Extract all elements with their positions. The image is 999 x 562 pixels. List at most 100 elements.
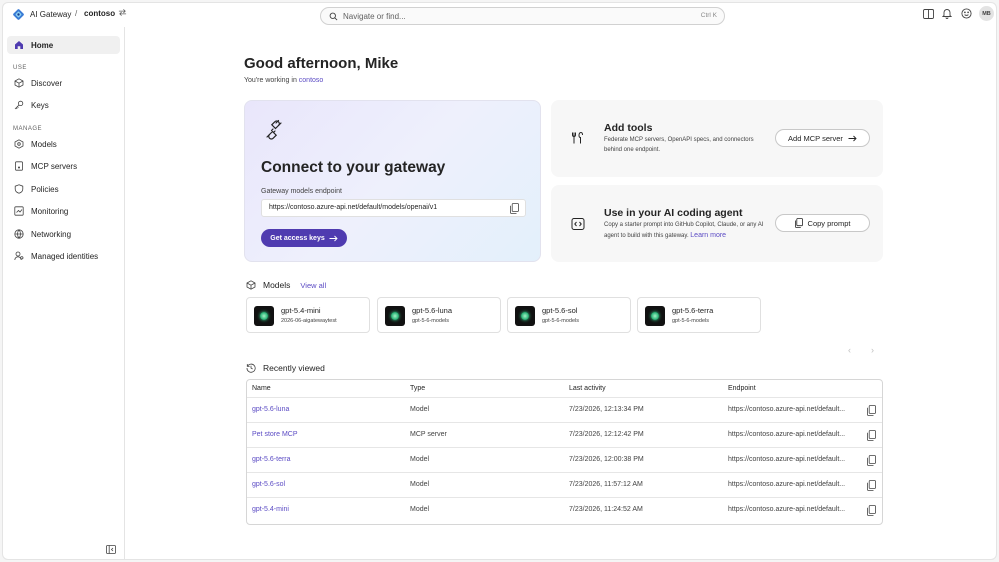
copy-icon[interactable] — [867, 480, 876, 491]
model-logo-icon — [385, 306, 405, 326]
learn-more-link[interactable]: Learn more — [690, 232, 726, 239]
coding-agent-card: Use in your AI coding agent Copy a start… — [551, 185, 883, 262]
row-activity: 7/23/2026, 12:12:42 PM — [569, 431, 644, 438]
sidebar-item-label: Home — [31, 40, 54, 50]
workspace-link[interactable]: contoso — [299, 77, 324, 84]
key-icon — [13, 100, 24, 111]
add-mcp-server-button[interactable]: Add MCP server — [775, 129, 870, 147]
copy-icon — [794, 218, 803, 228]
add-tools-description: Federate MCP servers, OpenAPI specs, and… — [604, 137, 754, 153]
models-section-header: Models View all — [246, 280, 326, 290]
row-activity: 7/23/2026, 12:13:34 PM — [569, 406, 644, 413]
row-name-link[interactable]: gpt-5.4-mini — [252, 506, 289, 513]
copy-icon[interactable] — [510, 203, 519, 214]
sidebar-item-discover[interactable]: Discover — [7, 74, 120, 92]
search-input[interactable] — [343, 10, 643, 22]
sidebar-item-monitoring[interactable]: Monitoring — [7, 202, 120, 220]
column-header-type[interactable]: Type — [410, 385, 425, 392]
recent-table: Name Type Last activity Endpoint gpt-5.6… — [246, 379, 883, 525]
search-bar[interactable]: Ctrl K — [320, 7, 725, 25]
panel-icon[interactable] — [922, 8, 934, 20]
table-row: gpt-5.6-sol Model 7/23/2026, 11:57:12 AM… — [247, 473, 882, 498]
row-activity: 7/23/2026, 11:24:52 AM — [569, 506, 643, 513]
search-shortcut: Ctrl K — [700, 12, 717, 19]
identity-icon — [13, 251, 24, 262]
avatar[interactable]: MB — [979, 6, 994, 21]
row-name-link[interactable]: Pet store MCP — [252, 431, 298, 438]
row-endpoint: https://contoso.azure-api.net/default... — [728, 506, 846, 513]
sidebar-item-keys[interactable]: Keys — [7, 96, 120, 114]
arrow-right-icon — [848, 135, 857, 141]
column-header-name[interactable]: Name — [252, 385, 271, 392]
row-endpoint: https://contoso.azure-api.net/default... — [728, 406, 846, 413]
copy-icon[interactable] — [867, 455, 876, 466]
sidebar-item-mcp-servers[interactable]: MCP servers — [7, 157, 120, 175]
recent-section-title: Recently viewed — [263, 363, 325, 373]
sidebar-heading-use: USE — [13, 65, 27, 71]
column-header-activity[interactable]: Last activity — [569, 385, 606, 392]
sidebar-item-managed-identities[interactable]: Managed identities — [7, 247, 120, 265]
column-header-endpoint[interactable]: Endpoint — [728, 385, 756, 392]
app-window: AI Gateway / contoso Ctrl K MB — [2, 2, 997, 560]
workspace-line: You're working in contoso — [244, 77, 323, 84]
row-endpoint: https://contoso.azure-api.net/default... — [728, 456, 846, 463]
coding-agent-description-text: Copy a starter prompt into GitHub Copilo… — [604, 222, 764, 239]
model-card[interactable]: gpt-5.6-terra gpt-5-6-models — [637, 297, 761, 333]
copy-icon[interactable] — [867, 430, 876, 441]
row-name-link[interactable]: gpt-5.6-sol — [252, 481, 285, 488]
table-header: Name Type Last activity Endpoint — [247, 380, 882, 398]
sidebar-item-home[interactable]: Home — [7, 36, 120, 54]
cube-icon — [246, 280, 256, 290]
row-name-link[interactable]: gpt-5.6-terra — [252, 456, 291, 463]
smiley-icon[interactable] — [960, 8, 972, 20]
copy-icon[interactable] — [867, 505, 876, 516]
row-type: MCP server — [410, 431, 447, 438]
row-type: Model — [410, 506, 430, 513]
connect-gateway-card: Connect to your gateway Gateway models e… — [244, 100, 541, 262]
top-actions: MB — [922, 6, 994, 21]
endpoint-field[interactable]: https://contoso.azure-api.net/default/mo… — [261, 199, 526, 217]
sidebar-item-label: Networking — [31, 229, 72, 239]
copy-prompt-button[interactable]: Copy prompt — [775, 214, 870, 232]
model-card[interactable]: gpt-5.6-luna gpt-5-6-models — [377, 297, 501, 333]
table-row: gpt-5.4-mini Model 7/23/2026, 11:24:52 A… — [247, 498, 882, 523]
copy-prompt-label: Copy prompt — [807, 218, 851, 228]
brand-name: AI Gateway — [30, 10, 72, 19]
home-icon — [13, 40, 24, 51]
brand[interactable]: AI Gateway — [12, 8, 71, 21]
switch-tenant-icon[interactable] — [118, 8, 127, 17]
sidebar: Home USE Discover Keys MANAGE Models MCP… — [3, 27, 125, 559]
get-access-keys-button[interactable]: Get access keys — [261, 229, 347, 247]
carousel-next-button[interactable]: › — [871, 345, 874, 355]
sidebar-item-networking[interactable]: Networking — [7, 225, 120, 243]
recent-section-header: Recently viewed — [246, 363, 325, 373]
carousel-prev-button[interactable]: ‹ — [848, 345, 851, 355]
bell-icon[interactable] — [941, 8, 953, 20]
model-logo-icon — [254, 306, 274, 326]
add-mcp-server-label: Add MCP server — [788, 133, 843, 143]
row-type: Model — [410, 456, 430, 463]
search-icon — [329, 12, 338, 21]
endpoint-value: https://contoso.azure-api.net/default/mo… — [269, 204, 438, 211]
view-all-models-link[interactable]: View all — [300, 281, 326, 290]
row-activity: 7/23/2026, 11:57:12 AM — [569, 481, 643, 488]
model-card[interactable]: gpt-5.4-mini 2026-06-aigatewaytest — [246, 297, 370, 333]
model-card[interactable]: gpt-5.6-sol gpt-5-6-models — [507, 297, 631, 333]
tenant-name[interactable]: contoso — [84, 9, 115, 18]
plug-icon — [266, 119, 282, 140]
sidebar-item-label: Monitoring — [31, 206, 69, 216]
model-deployment: gpt-5-6-models — [412, 318, 449, 324]
coding-agent-title: Use in your AI coding agent — [604, 207, 743, 219]
model-deployment: gpt-5-6-models — [542, 318, 579, 324]
model-name: gpt-5.6-luna — [412, 306, 453, 315]
get-access-keys-label: Get access keys — [270, 234, 325, 242]
sidebar-item-models[interactable]: Models — [7, 135, 120, 153]
add-tools-card: Add tools Federate MCP servers, OpenAPI … — [551, 100, 883, 177]
sidebar-item-policies[interactable]: Policies — [7, 180, 120, 198]
arrow-right-icon — [329, 235, 338, 241]
model-deployment: 2026-06-aigatewaytest — [281, 318, 337, 324]
copy-icon[interactable] — [867, 405, 876, 416]
row-name-link[interactable]: gpt-5.6-luna — [252, 406, 289, 413]
collapse-sidebar-icon[interactable] — [106, 545, 116, 554]
table-row: gpt-5.6-luna Model 7/23/2026, 12:13:34 P… — [247, 398, 882, 423]
